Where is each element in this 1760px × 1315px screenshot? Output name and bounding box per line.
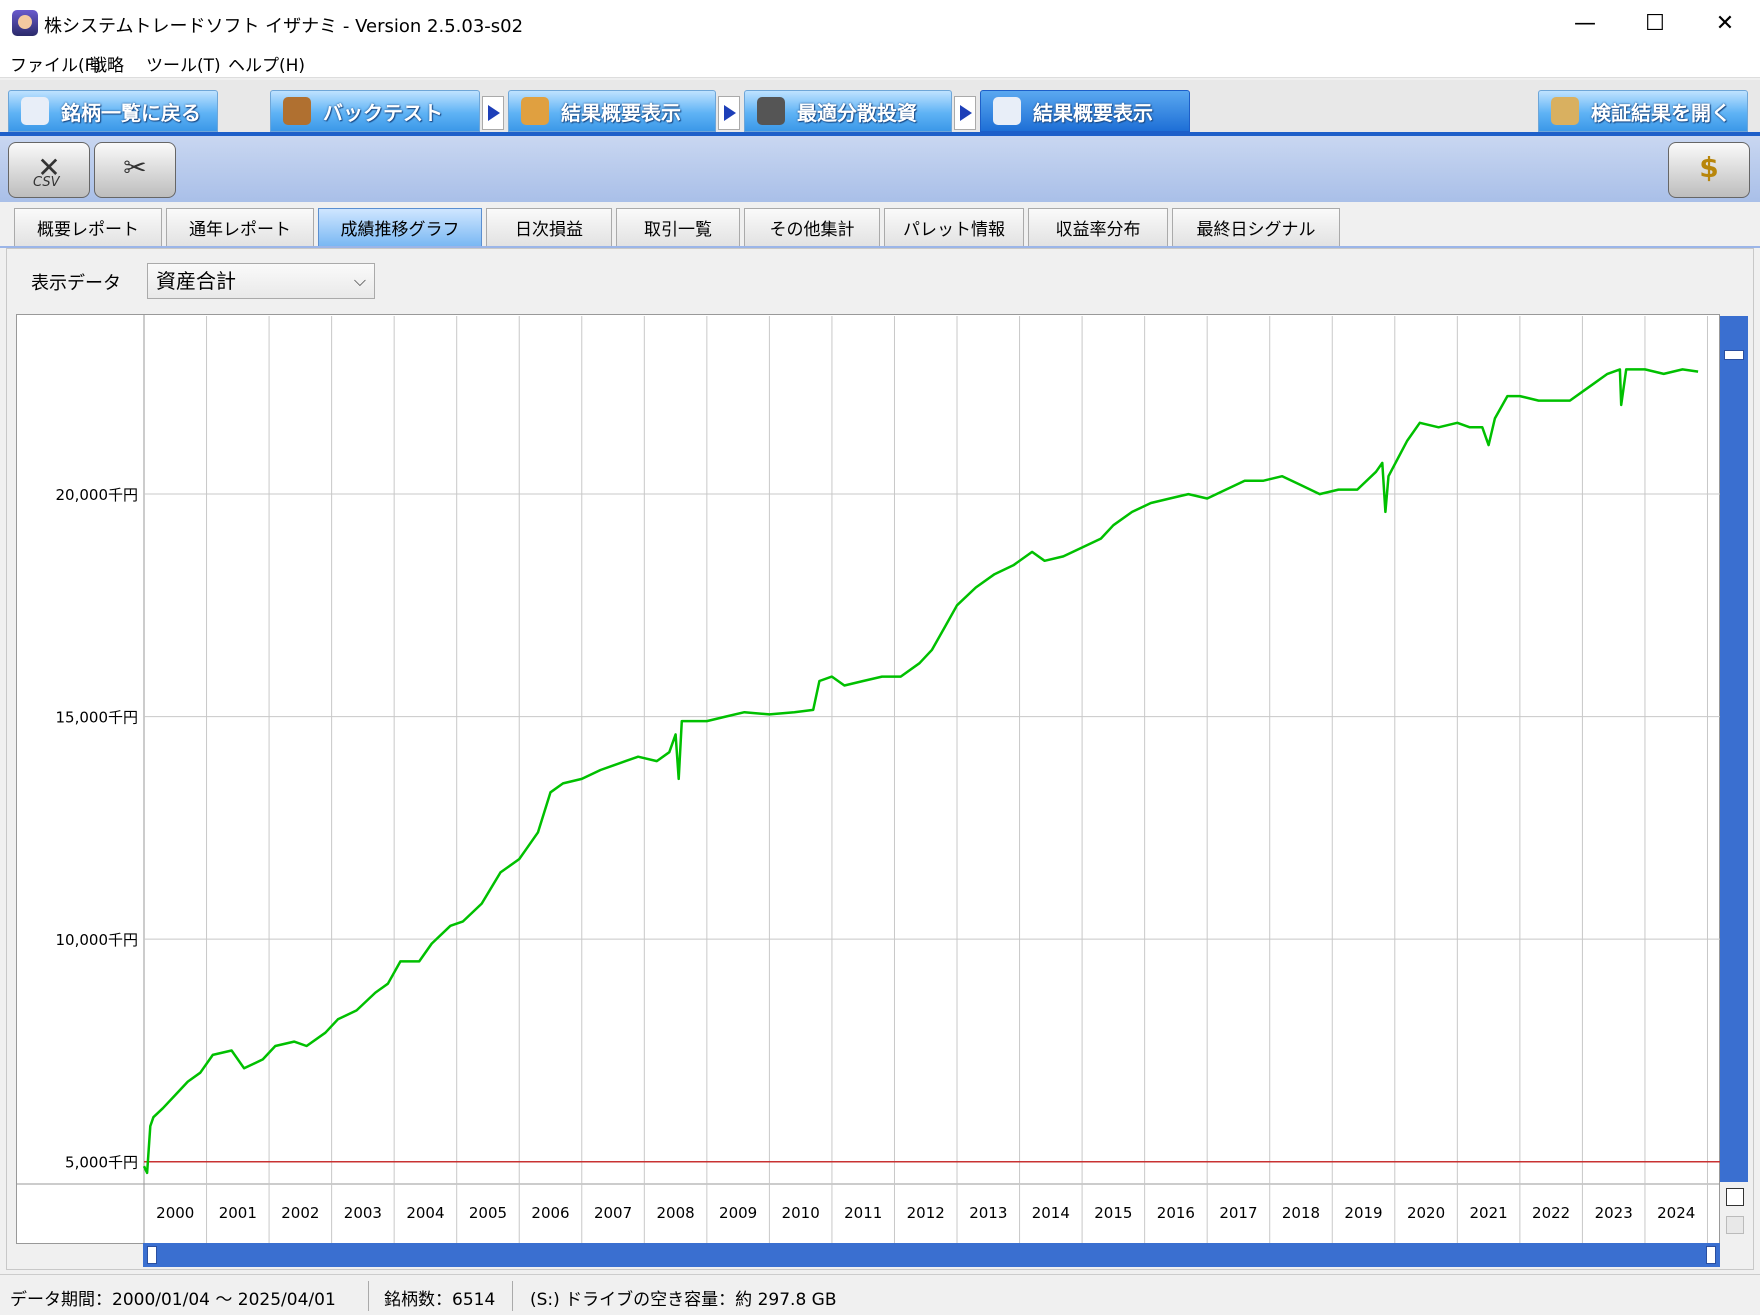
y-tick-label: 10,000千円 — [56, 931, 139, 949]
window-title: 株システムトレードソフト イザナミ - Version 2.5.03-s02 — [44, 16, 524, 37]
x-tick-label: 2006 — [531, 1204, 569, 1222]
x-tick-label: 2011 — [844, 1204, 882, 1222]
tab-summary-report[interactable]: 概要レポート — [14, 208, 162, 246]
x-tick-label: 2013 — [969, 1204, 1007, 1222]
cash-register-button[interactable]: $ — [1668, 142, 1750, 198]
bag-icon — [283, 97, 311, 125]
y-tick-label: 15,000千円 — [56, 709, 139, 727]
x-tick-label: 2012 — [907, 1204, 945, 1222]
close-button[interactable]: ✕ — [1690, 0, 1760, 46]
x-tick-label: 2020 — [1407, 1204, 1445, 1222]
tools-icon: ✂ — [123, 151, 147, 184]
open-results-tab[interactable]: 検証結果を開く — [1538, 90, 1748, 132]
summary-tab-2[interactable]: 結果概要表示 — [980, 90, 1190, 132]
x-tick-label: 2018 — [1282, 1204, 1320, 1222]
tab-last-day-signal[interactable]: 最終日シグナル — [1172, 208, 1340, 246]
app-icon — [12, 10, 38, 36]
back-to-list-label: 銘柄一覧に戻る — [61, 100, 201, 125]
tab-palette-info[interactable]: パレット情報 — [884, 208, 1024, 246]
zoom-box-icon[interactable] — [1726, 1188, 1744, 1206]
tab-return-distribution[interactable]: 収益率分布 — [1028, 208, 1168, 246]
tab-annual-report[interactable]: 通年レポート — [166, 208, 314, 246]
horizontal-scrollbar[interactable] — [143, 1243, 1720, 1267]
y-tick-label: 20,000千円 — [56, 486, 139, 504]
tab-other-stats[interactable]: その他集計 — [744, 208, 880, 246]
arrow-icon — [718, 96, 740, 130]
x-tick-label: 2021 — [1470, 1204, 1508, 1222]
status-separator — [368, 1281, 369, 1311]
menu-tools[interactable]: ツール(T) — [146, 51, 221, 76]
x-tick-label: 2009 — [719, 1204, 757, 1222]
toolbar: ✕ CSV ✂ $ — [0, 136, 1760, 202]
status-data-period: データ期間：2000/01/04 〜 2025/04/01 — [10, 1290, 336, 1310]
x-tick-label: 2023 — [1595, 1204, 1633, 1222]
eye-icon — [21, 97, 49, 125]
backtest-label: バックテスト — [323, 100, 443, 125]
csv-label: CSV — [33, 175, 60, 190]
display-data-value: 資産合計 — [156, 269, 236, 293]
x-tick-label: 2004 — [406, 1204, 444, 1222]
x-tick-label: 2007 — [594, 1204, 632, 1222]
open-file-icon — [1551, 97, 1579, 125]
zoom-box-disabled-icon — [1726, 1216, 1744, 1234]
tab-daily-pnl[interactable]: 日次損益 — [486, 208, 612, 246]
settings-tools-button[interactable]: ✂ — [94, 142, 176, 198]
x-tick-label: 2019 — [1344, 1204, 1382, 1222]
x-tick-label: 2022 — [1532, 1204, 1570, 1222]
x-tick-label: 2001 — [219, 1204, 257, 1222]
x-tick-label: 2016 — [1157, 1204, 1195, 1222]
arrow-icon — [482, 96, 504, 130]
x-tick-label: 2014 — [1032, 1204, 1070, 1222]
backtest-tab[interactable]: バックテスト — [270, 90, 480, 132]
x-tick-label: 2010 — [782, 1204, 820, 1222]
status-bar: データ期間：2000/01/04 〜 2025/04/01 銘柄数：6514 (… — [0, 1274, 1760, 1315]
status-separator — [512, 1281, 513, 1311]
open-results-label: 検証結果を開く — [1591, 100, 1731, 125]
vertical-scroll-thumb[interactable] — [1724, 350, 1744, 360]
optimal-allocation-label: 最適分散投資 — [797, 100, 917, 125]
status-disk-space: (S:) ドライブの空き容量：約 297.8 GB — [530, 1290, 837, 1310]
bar-chart-icon — [993, 97, 1021, 125]
display-data-label: 表示データ — [31, 273, 121, 294]
summary-label-1: 結果概要表示 — [561, 100, 681, 125]
x-tick-label: 2002 — [281, 1204, 319, 1222]
csv-export-button[interactable]: ✕ CSV — [8, 142, 90, 198]
tab-performance-graph[interactable]: 成績推移グラフ — [318, 208, 482, 246]
menu-help[interactable]: ヘルプ(H) — [228, 51, 305, 76]
display-data-select[interactable]: 資産合計 ⌵ — [147, 263, 375, 299]
title-bar: 株システムトレードソフト イザナミ - Version 2.5.03-s02 —… — [0, 0, 1760, 46]
x-tick-label: 2000 — [156, 1204, 194, 1222]
status-symbol-count: 銘柄数：6514 — [384, 1290, 496, 1310]
x-tick-label: 2003 — [344, 1204, 382, 1222]
tab-trade-list[interactable]: 取引一覧 — [616, 208, 740, 246]
chevron-down-icon: ⌵ — [353, 271, 366, 290]
horizontal-scroll-thumb-right[interactable] — [1706, 1246, 1716, 1264]
minimize-button[interactable]: — — [1550, 0, 1620, 46]
x-tick-label: 2008 — [656, 1204, 694, 1222]
back-to-list-tab[interactable]: 銘柄一覧に戻る — [8, 90, 218, 132]
coins-icon — [521, 97, 549, 125]
x-tick-label: 2015 — [1094, 1204, 1132, 1222]
calculator-icon — [757, 97, 785, 125]
equity-chart: 2000 2001 2002 2003 2004 2005 2006 2007 2008 2009… — [16, 314, 1720, 1244]
menu-strategy[interactable]: 戦略 — [90, 51, 124, 76]
horizontal-scroll-thumb-left[interactable] — [147, 1246, 157, 1264]
x-tick-label: 2024 — [1657, 1204, 1695, 1222]
sub-tab-bar: 概要レポート 通年レポート 成績推移グラフ 日次損益 取引一覧 その他集計 パレ… — [0, 202, 1760, 248]
x-tick-label: 2017 — [1219, 1204, 1257, 1222]
main-tab-bar: 銘柄一覧に戻る バックテスト 結果概要表示 最適分散投資 結果概要表示 検証結果… — [0, 80, 1760, 136]
arrow-icon — [954, 96, 976, 130]
chart-frame — [16, 314, 1720, 1244]
maximize-button[interactable]: ☐ — [1620, 0, 1690, 46]
x-tick-label: 2005 — [469, 1204, 507, 1222]
summary-label-2: 結果概要表示 — [1033, 100, 1153, 125]
cash-register-icon: $ — [1699, 151, 1719, 184]
menu-bar: ファイル(F) 戦略 ツール(T) ヘルプ(H) — [0, 46, 1760, 78]
menu-file[interactable]: ファイル(F) — [10, 51, 101, 76]
summary-tab-1[interactable]: 結果概要表示 — [508, 90, 716, 132]
vertical-scrollbar[interactable] — [1720, 316, 1748, 1182]
y-tick-label: 5,000千円 — [65, 1154, 138, 1172]
optimal-allocation-tab[interactable]: 最適分散投資 — [744, 90, 952, 132]
